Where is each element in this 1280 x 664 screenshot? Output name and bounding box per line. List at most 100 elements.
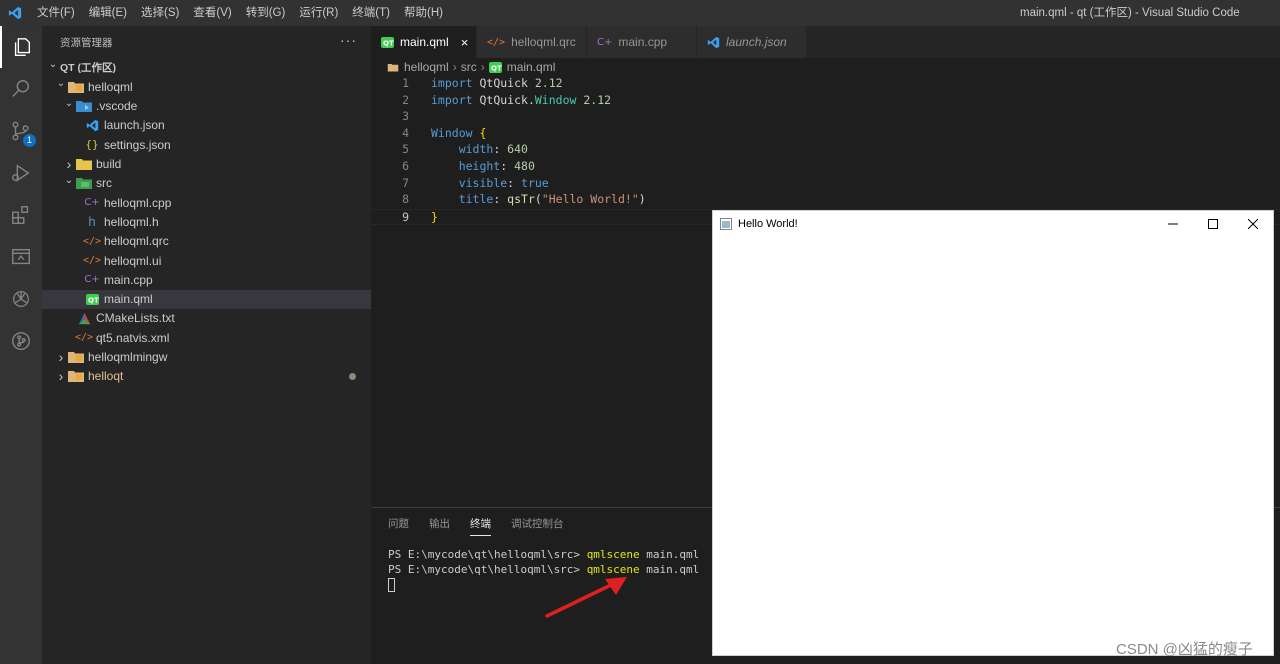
svg-text:QT: QT	[491, 64, 502, 72]
line-number: 9	[402, 209, 409, 224]
panel-tabs: 问题 输出 终端 调试控制台	[388, 516, 584, 536]
code-line: 4 Window {	[371, 126, 1280, 143]
code-text: import QtQuick.Window 2.12	[431, 93, 611, 107]
menu-item[interactable]: 选择(S)	[134, 0, 186, 26]
tab-label: helloqml.qrc	[511, 35, 576, 49]
source-control-icon[interactable]: 1	[0, 110, 42, 152]
code-line: 6 height: 480	[371, 159, 1280, 176]
close-button[interactable]	[1233, 211, 1273, 236]
search-icon[interactable]	[0, 68, 42, 110]
tree-item[interactable]: {} settings.json	[42, 135, 371, 154]
tree-item[interactable]: </> qt5.natvis.xml	[42, 328, 371, 347]
tab-main-cpp[interactable]: C+ main.cpp	[587, 26, 697, 58]
more-actions-button[interactable]: ···	[340, 32, 357, 48]
terminal-args: main.qml	[639, 548, 700, 561]
hello-world-window[interactable]: Hello World!	[712, 210, 1274, 656]
hello-world-titlebar[interactable]: Hello World!	[713, 211, 1273, 236]
tree-item[interactable]: ⌄ src	[42, 174, 371, 193]
openai-icon[interactable]	[0, 278, 42, 320]
explorer-icon[interactable]	[0, 26, 42, 68]
menu-item[interactable]: 转到(G)	[239, 0, 293, 26]
remote-explorer-icon[interactable]	[0, 236, 42, 278]
explorer-header: 资源管理器 ···	[42, 26, 371, 58]
tree-item[interactable]: › helloqt	[42, 367, 371, 386]
code-token: qsTr	[507, 192, 535, 207]
code-line: 5 width: 640	[371, 142, 1280, 159]
chevron-right-icon: ›	[58, 349, 64, 365]
tree-item[interactable]: › helloqmlmingw	[42, 348, 371, 367]
explorer-sidebar: 资源管理器 ··· ⌄ QT (工作区) ⌄ helloqml ⌄ .vscode laun…	[42, 26, 371, 664]
folder-icon	[76, 175, 92, 191]
title-bar: 文件(F) 编辑(E) 选择(S) 查看(V) 转到(G) 运行(R) 终端(T) 帮助(H)…	[0, 0, 1280, 26]
breadcrumb-item[interactable]: src	[461, 60, 477, 74]
code-token: QtQuick	[479, 92, 528, 107]
menu-item[interactable]: 终端(T)	[345, 0, 397, 26]
code-token: title	[431, 192, 494, 207]
tree-item[interactable]: launch.json	[42, 116, 371, 135]
tree-item[interactable]: ⌄ .vscode	[42, 97, 371, 116]
chevron-down-icon: ⌄	[64, 174, 74, 186]
code-line: 2 import QtQuick.Window 2.12	[371, 93, 1280, 110]
code-token: width	[431, 142, 494, 157]
annotation-arrow	[545, 577, 627, 618]
terminal-prompt: PS E:\mycode\qt\helloqml\src>	[388, 548, 587, 561]
tree-item[interactable]: › build	[42, 155, 371, 174]
editor-tabs: QT main.qml × </> helloqml.qrc C+ main.cpp laun…	[371, 26, 1280, 58]
menu-item[interactable]: 文件(F)	[30, 0, 82, 26]
tab-main-qml[interactable]: QT main.qml ×	[371, 26, 477, 58]
tree-item[interactable]: QT main.qml	[42, 289, 371, 309]
tree-item-label: helloqmlmingw	[88, 350, 168, 364]
git-graph-icon[interactable]	[0, 320, 42, 362]
panel-tab[interactable]: 输出	[429, 516, 450, 536]
code-text: import QtQuick 2.12	[431, 76, 563, 90]
code-token: (	[534, 192, 542, 207]
terminal-args: main.qml	[639, 563, 700, 576]
menu-item[interactable]: 帮助(H)	[397, 0, 450, 26]
qml-icon: QT	[381, 36, 394, 48]
chevron-right-icon: ›	[452, 60, 457, 74]
tree-item[interactable]: C+ main.cpp	[42, 270, 371, 289]
tree-item[interactable]: ⌄ QT (工作区)	[42, 58, 371, 77]
panel-tab[interactable]: 终端	[470, 516, 491, 536]
tree-item[interactable]: </> helloqml.qrc	[42, 232, 371, 251]
tree-item[interactable]: CMakeLists.txt	[42, 309, 371, 328]
tab-label: main.qml	[400, 35, 449, 49]
tree-item[interactable]: ⌄ helloqml	[42, 77, 371, 96]
xml-icon: </>	[74, 332, 94, 344]
minimize-button[interactable]	[1153, 211, 1193, 236]
code-token: .	[527, 92, 535, 107]
breadcrumb-item[interactable]: helloqml	[404, 60, 449, 74]
tree-item-label: src	[96, 176, 112, 191]
terminal-cursor	[388, 578, 395, 592]
maximize-button[interactable]	[1193, 211, 1233, 236]
chevron-right-icon: ›	[480, 60, 485, 74]
xml-icon: </>	[82, 255, 102, 266]
tree-item[interactable]: </> helloqml.ui	[42, 251, 371, 270]
tab-label: main.cpp	[618, 35, 668, 49]
menu-item[interactable]: 运行(R)	[292, 0, 345, 26]
tree-item[interactable]: C+ helloqml.cpp	[42, 193, 371, 212]
menu-item[interactable]: 查看(V)	[186, 0, 238, 26]
tab-helloqml-qrc[interactable]: </> helloqml.qrc	[477, 26, 587, 58]
xml-icon: </>	[487, 36, 506, 48]
close-icon[interactable]: ×	[461, 35, 469, 50]
folder-icon	[68, 79, 84, 95]
breadcrumb: helloqml › src › QT main.qml	[371, 58, 555, 76]
tab-launch-json[interactable]: launch.json	[697, 26, 807, 58]
code-text: height: 480	[431, 159, 535, 173]
panel-tab[interactable]: 调试控制台	[511, 516, 564, 536]
code-token: )	[638, 192, 646, 207]
tree-item-label: QT (工作区)	[60, 62, 116, 74]
cpp-icon: C+	[84, 274, 100, 286]
tree-item-label: helloqml	[88, 79, 133, 94]
menu-item[interactable]: 编辑(E)	[82, 0, 134, 26]
breadcrumb-item[interactable]: main.qml	[507, 60, 556, 74]
run-debug-icon[interactable]	[0, 152, 42, 194]
tree-item-label: settings.json	[104, 137, 171, 152]
code-token: :	[500, 159, 515, 173]
tree-item[interactable]: h helloqml.h	[42, 212, 371, 231]
panel-tab[interactable]: 问题	[388, 516, 409, 536]
code-text: width: 640	[431, 142, 528, 156]
qml-file-icon: QT	[488, 61, 502, 73]
extensions-icon[interactable]	[0, 194, 42, 236]
